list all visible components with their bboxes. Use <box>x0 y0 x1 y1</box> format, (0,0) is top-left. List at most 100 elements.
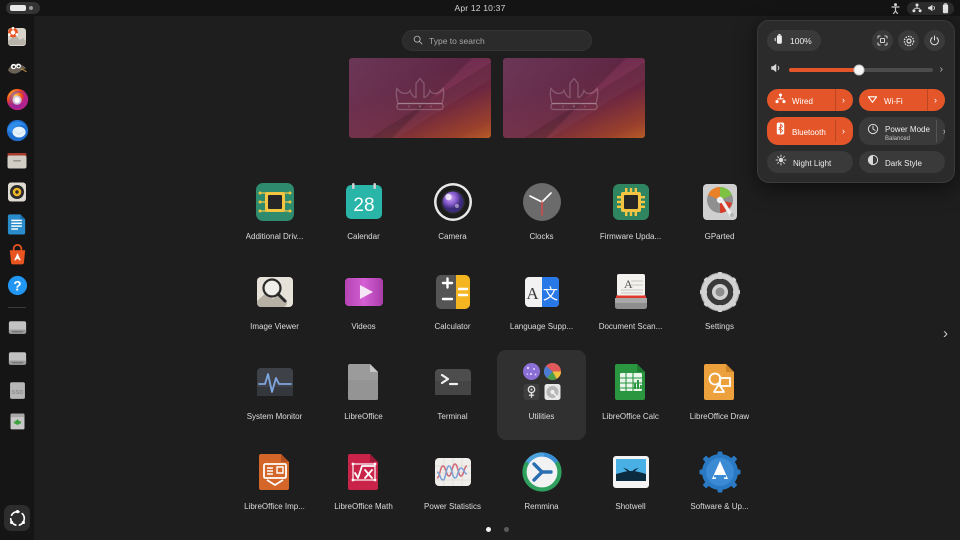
tile-label-wrap: Dark Style <box>885 154 922 171</box>
accessibility-icon[interactable] <box>891 2 900 14</box>
dock-item-drive-1[interactable] <box>4 315 30 341</box>
next-page-button[interactable]: › <box>943 326 948 341</box>
dock-item-libreoffice-writer[interactable] <box>4 210 30 236</box>
app-language-support[interactable]: A 文 Language Supp... <box>497 260 586 350</box>
dock[interactable]: ? SSD <box>0 16 34 540</box>
app-libreoffice-math[interactable]: LibreOffice Math <box>319 440 408 530</box>
dock-item-ssd[interactable]: SSD <box>4 377 30 403</box>
tile-sublabel: Balanced <box>885 135 911 142</box>
svg-text:?: ? <box>13 278 21 293</box>
app-label: Utilities <box>528 412 555 421</box>
app-libreoffice-impress[interactable]: LibreOffice Imp... <box>230 440 319 530</box>
tile-label: Night Light <box>793 158 832 168</box>
app-label: Shotwell <box>615 502 646 511</box>
app-libreoffice-calc[interactable]: LibreOffice Calc <box>586 350 675 440</box>
page-indicator[interactable] <box>34 527 960 532</box>
app-software-updater[interactable]: Software & Up... <box>675 440 764 530</box>
libreoffice-icon <box>340 358 388 406</box>
volume-slider-knob[interactable] <box>853 64 865 76</box>
app-grid[interactable]: Additional Driv... 28 Calendar Camera Cl… <box>230 170 764 530</box>
app-label: LibreOffice <box>344 412 383 421</box>
dock-item-firefox[interactable] <box>4 86 30 112</box>
tile-bluetooth[interactable]: Bluetooth › <box>767 117 853 145</box>
app-firmware-updater[interactable]: Firmware Upda... <box>586 170 675 260</box>
dock-item-file-manager[interactable] <box>4 148 30 174</box>
volume-icon[interactable] <box>770 61 782 79</box>
top-bar-status-area[interactable] <box>891 0 954 16</box>
workspace-thumbnail-2[interactable] <box>503 58 645 138</box>
tile-expand-arrow[interactable]: › <box>835 120 845 142</box>
camera-icon <box>429 178 477 226</box>
tile-wired[interactable]: Wired › <box>767 89 853 111</box>
app-additional-drivers[interactable]: Additional Driv... <box>230 170 319 260</box>
screenshot-icon[interactable] <box>872 30 893 51</box>
dock-item-gimp[interactable] <box>4 55 30 81</box>
volume-expand-button[interactable]: › <box>940 65 943 75</box>
app-calendar[interactable]: 28 Calendar <box>319 170 408 260</box>
dock-item-rhythmbox[interactable] <box>4 179 30 205</box>
app-videos[interactable]: Videos <box>319 260 408 350</box>
waveform-icon <box>251 358 299 406</box>
dock-item-trash[interactable] <box>4 408 30 434</box>
app-terminal[interactable]: Terminal <box>408 350 497 440</box>
svg-text:A: A <box>624 277 633 291</box>
quick-settings-actions[interactable] <box>872 30 945 51</box>
calculator-icon <box>429 268 477 316</box>
app-label: LibreOffice Imp... <box>244 502 305 511</box>
app-document-scanner[interactable]: A Document Scan... <box>586 260 675 350</box>
tile-wifi[interactable]: Wi-Fi › <box>859 89 945 111</box>
app-remmina[interactable]: Remmina <box>497 440 586 530</box>
dock-item-thunderbird[interactable] <box>4 117 30 143</box>
tile-label: Power Mode <box>885 124 930 134</box>
volume-slider[interactable]: › <box>770 61 943 79</box>
libreoffice-draw-icon <box>696 358 744 406</box>
dock-item-help[interactable]: ? <box>4 272 30 298</box>
software-updater-icon <box>696 448 744 496</box>
battery-percentage-label: 100% <box>790 35 812 46</box>
app-system-monitor[interactable]: System Monitor <box>230 350 319 440</box>
app-calculator[interactable]: Calculator <box>408 260 497 350</box>
tile-expand-arrow[interactable]: › <box>835 89 845 111</box>
app-label: Image Viewer <box>250 322 299 331</box>
gear-icon[interactable] <box>898 30 919 51</box>
clock[interactable]: Apr 12 10:37 <box>0 3 960 13</box>
tile-expand-arrow[interactable]: › <box>927 89 937 111</box>
volume-slider-track[interactable] <box>789 64 933 76</box>
tile-dark-style[interactable]: Dark Style <box>859 151 945 173</box>
app-image-viewer[interactable]: Image Viewer <box>230 260 319 350</box>
app-folder-utilities[interactable]: Utilities <box>497 350 586 440</box>
tile-label: Wired <box>792 96 813 106</box>
tile-label: Dark Style <box>885 158 922 168</box>
app-camera[interactable]: Camera <box>408 170 497 260</box>
quick-settings-menu[interactable]: 100% › Wired › Wi-Fi › Bluetooth › Power… <box>757 20 955 183</box>
power-graph-icon <box>429 448 477 496</box>
system-status-group[interactable] <box>907 1 954 15</box>
network-wired-icon <box>912 3 922 13</box>
search-input[interactable]: Type to search <box>402 30 592 51</box>
show-applications-button[interactable] <box>4 505 30 531</box>
terminal-icon <box>429 358 477 406</box>
app-clocks[interactable]: Clocks <box>497 170 586 260</box>
workspace-thumbnail-1[interactable] <box>349 58 491 138</box>
tile-power-mode[interactable]: Power Mode Balanced › <box>859 117 945 145</box>
app-libreoffice[interactable]: LibreOffice <box>319 350 408 440</box>
app-shotwell[interactable]: Shotwell <box>586 440 675 530</box>
app-gparted[interactable]: GParted <box>675 170 764 260</box>
tile-night-light[interactable]: Night Light <box>767 151 853 173</box>
translate-icon: A 文 <box>518 268 566 316</box>
battery-percentage-button[interactable]: 100% <box>767 30 821 51</box>
dock-item-ubuntu-software[interactable] <box>4 241 30 267</box>
power-icon[interactable] <box>924 30 945 51</box>
wifi-icon <box>867 91 878 109</box>
dock-item-drive-2[interactable] <box>4 346 30 372</box>
svg-text:A: A <box>526 284 539 303</box>
page-dot-1[interactable] <box>485 527 491 532</box>
tile-expand-arrow[interactable]: › <box>935 120 945 142</box>
quick-settings-tiles[interactable]: Wired › Wi-Fi › Bluetooth › Power Mode B… <box>767 89 945 173</box>
app-libreoffice-draw[interactable]: LibreOffice Draw <box>675 350 764 440</box>
dock-item-nautilus[interactable] <box>4 24 30 50</box>
app-settings[interactable]: Settings <box>675 260 764 350</box>
page-dot-2[interactable] <box>503 527 509 532</box>
chip-board-icon <box>251 178 299 226</box>
app-power-statistics[interactable]: Power Statistics <box>408 440 497 530</box>
